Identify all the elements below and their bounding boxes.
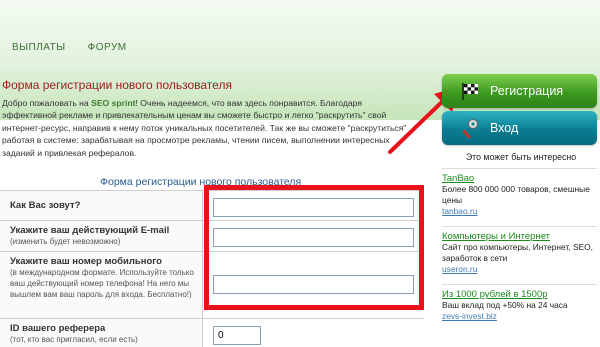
form-value-cell: [203, 319, 424, 347]
phone-field[interactable]: [213, 275, 414, 294]
ad-item: Из 1000 рублей в 1500р Ваш вклад под +50…: [442, 284, 597, 342]
email-hint: (изменить будет невозможно): [10, 237, 121, 246]
checkered-flag-icon: [460, 81, 480, 101]
referer-hint: (тот, кто вас пригласил, если есть): [10, 335, 138, 344]
login-button[interactable]: Вход: [442, 111, 597, 145]
ad-description: Более 800 000 000 товаров, смешные цены: [442, 184, 590, 205]
form-value-cell: [203, 221, 424, 251]
ad-description: Сайт про компьютеры, Интернет, SEO, зара…: [442, 242, 593, 263]
ad-description: Ваш вклад под +50% на 24 часа: [442, 300, 568, 310]
ad-title-link[interactable]: Компьютеры и Интернет: [442, 231, 597, 242]
form-row-referer: ID вашего реферера (тот, кто вас приглас…: [0, 319, 424, 347]
page-title: Форма регистрации нового пользователя: [2, 78, 232, 92]
form-label-cell: Укажите ваш номер мобильного (в междунар…: [0, 252, 203, 318]
key-icon: [460, 118, 480, 138]
ad-item: Компьютеры и Интернет Сайт про компьютер…: [442, 226, 597, 284]
referer-label: ID вашего реферера: [10, 323, 106, 334]
intro-text: Добро пожаловать на SEO sprint! Очень на…: [2, 97, 414, 159]
phone-label: Укажите ваш номер мобильного: [10, 256, 162, 267]
register-label: Регистрация: [490, 84, 564, 98]
form-row-name: Как Вас зовут?: [0, 191, 424, 221]
form-value-cell: [203, 191, 424, 220]
email-field[interactable]: [213, 228, 414, 247]
intro-brand: SEO sprint: [91, 98, 136, 108]
form-row-phone: Укажите ваш номер мобильного (в междунар…: [0, 252, 424, 319]
form-value-cell: [203, 252, 424, 318]
referer-field[interactable]: [213, 326, 261, 345]
login-label: Вход: [490, 121, 519, 135]
ad-title-link[interactable]: Из 1000 рублей в 1500р: [442, 289, 597, 300]
phone-hint: (в международном формате. Используйте то…: [10, 268, 194, 299]
form-label-cell: ID вашего реферера (тот, кто вас приглас…: [0, 319, 203, 347]
ad-list: TanBao Более 800 000 000 товаров, смешны…: [442, 168, 597, 342]
registration-form: Как Вас зовут? Укажите ваш действующий E…: [0, 190, 424, 347]
ad-title-link[interactable]: TanBao: [442, 173, 597, 184]
top-nav: ВЫПЛАТЫ ФОРУМ: [12, 42, 127, 53]
name-label: Как Вас зовут?: [10, 200, 81, 211]
nav-forum[interactable]: ФОРУМ: [88, 42, 127, 53]
email-label: Укажите ваш действующий E-mail: [10, 225, 170, 236]
form-heading: Форма регистрации нового пользователя: [100, 176, 302, 188]
ad-item: TanBao Более 800 000 000 товаров, смешны…: [442, 168, 597, 226]
interesting-title: Это может быть интересно: [465, 152, 577, 162]
intro-before: Добро пожаловать на: [2, 98, 92, 108]
register-button[interactable]: Регистрация: [442, 74, 597, 108]
form-label-cell: Как Вас зовут?: [0, 191, 203, 220]
form-row-email: Укажите ваш действующий E-mail (изменить…: [0, 221, 424, 252]
form-label-cell: Укажите ваш действующий E-mail (изменить…: [0, 221, 203, 251]
ad-url-link[interactable]: tanbao.ru: [442, 206, 597, 216]
name-field[interactable]: [213, 198, 414, 217]
ad-url-link[interactable]: zevs-invest.biz: [442, 311, 597, 321]
ad-url-link[interactable]: useron.ru: [442, 264, 597, 274]
nav-payouts[interactable]: ВЫПЛАТЫ: [12, 42, 66, 53]
